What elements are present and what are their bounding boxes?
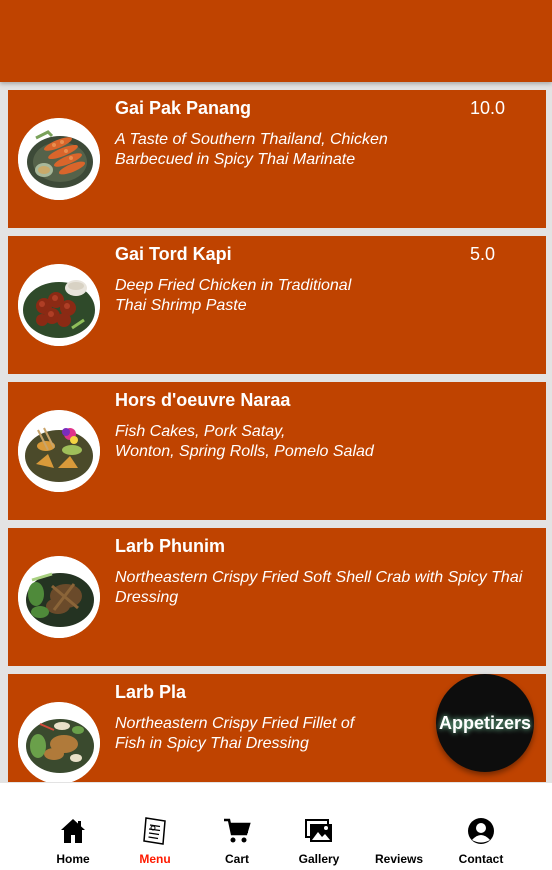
menu-item-name: Gai Tord Kapi — [115, 244, 232, 264]
chicken-skewers-photo — [18, 118, 100, 200]
home-icon — [61, 819, 85, 843]
menu-item-description: Deep Fried Chicken in Traditional Thai S… — [115, 277, 352, 314]
nav-item-cart[interactable]: Cart — [196, 783, 278, 870]
bottom-navigation: Home Menu Cart Gallery Reviews Contact — [0, 783, 552, 870]
appetizer-platter-photo — [18, 410, 100, 492]
cart-icon — [224, 818, 251, 843]
menu-item-price: 10.0 — [470, 98, 506, 118]
nav-label: Menu — [139, 852, 171, 866]
gallery-icon — [305, 819, 332, 842]
category-fab-button[interactable]: Appetizers — [436, 674, 534, 772]
menu-item-description: Fish Cakes, Pork Satay, Wonton, Spring R… — [115, 423, 374, 460]
menu-item-description: Northeastern Crispy Fried Soft Shell Cra… — [115, 569, 523, 606]
menu-item-name: Hors d'oeuvre Naraa — [115, 390, 291, 410]
menu-item-name: Larb Phunim — [115, 536, 226, 556]
nav-label: Gallery — [298, 852, 340, 866]
menu-item-card[interactable]: Gai Tord Kapi 5.0 Deep Fried Chicken in … — [8, 236, 546, 374]
nav-item-gallery[interactable]: Gallery — [278, 783, 360, 870]
contact-icon — [468, 818, 494, 844]
category-fab-label: Appetizers — [438, 712, 532, 733]
nav-label: Cart — [224, 852, 249, 866]
menu-item-name: Gai Pak Panang — [115, 98, 252, 118]
soft-shell-crab-photo — [18, 556, 100, 638]
nav-label: Reviews — [374, 852, 424, 866]
app-screen: Gai Pak Panang 10.0 A Taste of Southern … — [0, 0, 552, 870]
menu-item-card[interactable]: Hors d'oeuvre Naraa Fish Cakes, Pork Sat… — [8, 382, 546, 520]
menu-item-price: 5.0 — [470, 244, 496, 264]
nav-label: Home — [56, 852, 90, 866]
fried-chicken-photo — [18, 264, 100, 346]
menu-item-name: Larb Pla — [115, 682, 187, 702]
nav-item-contact[interactable]: Contact — [440, 783, 522, 870]
top-app-bar — [0, 0, 552, 82]
menu-item-card[interactable]: Larb Phunim Northeastern Crispy Fried So… — [8, 528, 546, 666]
nav-item-reviews[interactable]: Reviews — [358, 783, 440, 870]
fish-salad-photo — [18, 702, 100, 782]
menu-book-icon — [143, 817, 166, 845]
nav-item-home[interactable]: Home — [32, 783, 114, 870]
nav-item-menu[interactable]: Menu — [114, 783, 196, 870]
menu-item-description: A Taste of Southern Thailand, Chicken Ba… — [115, 131, 388, 168]
menu-item-card[interactable]: Gai Pak Panang 10.0 A Taste of Southern … — [8, 90, 546, 228]
nav-label: Contact — [458, 852, 504, 866]
